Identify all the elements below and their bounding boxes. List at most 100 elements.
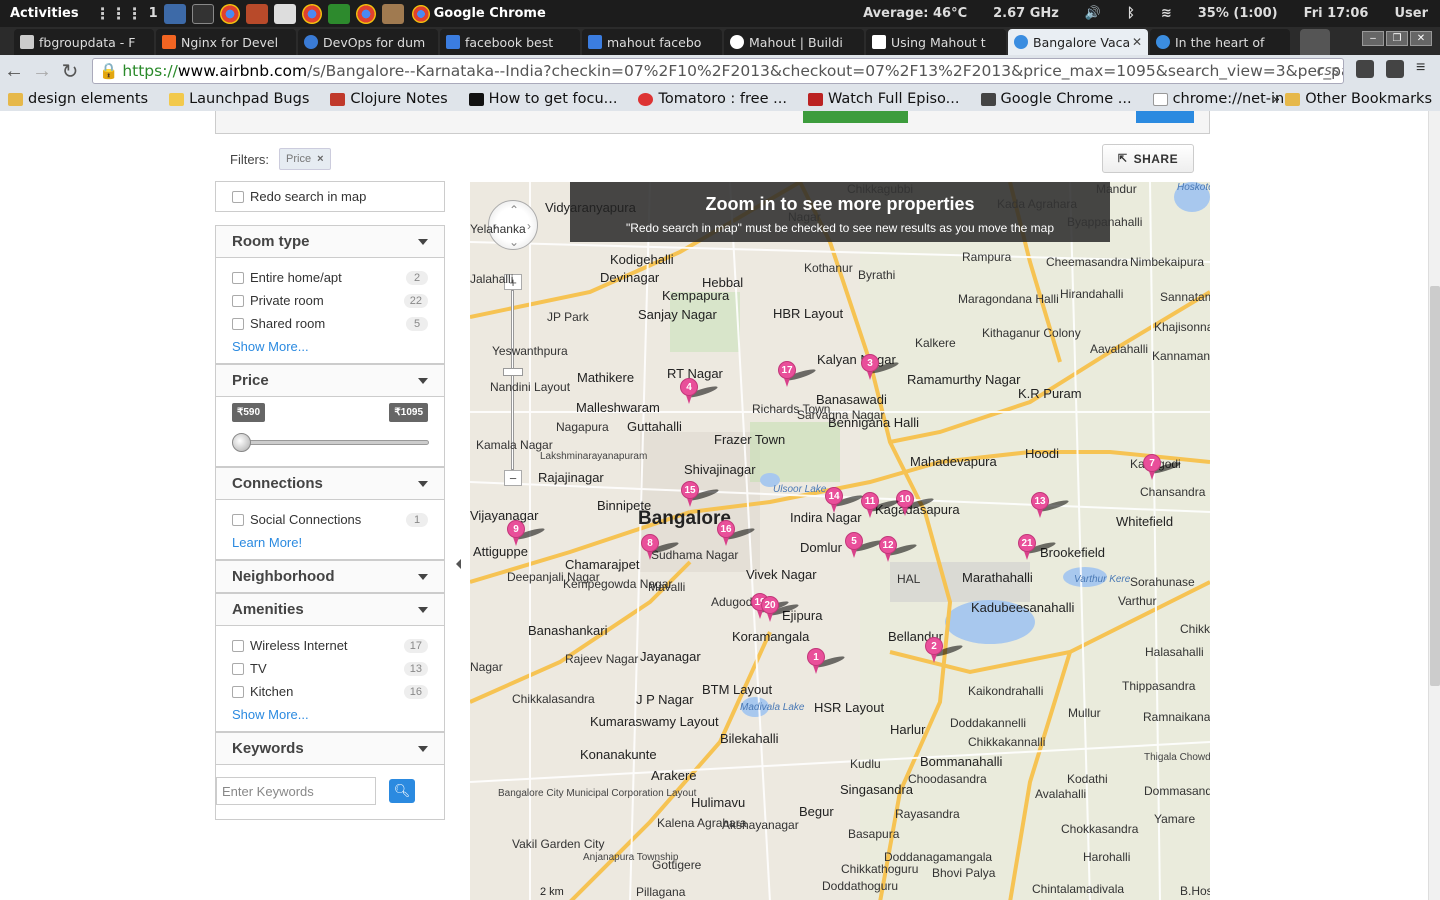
vim-icon[interactable] (327, 3, 350, 24)
listing-pin[interactable]: 5 (845, 532, 885, 558)
bookmark-item[interactable]: How to get focu... (461, 91, 617, 107)
browser-tab[interactable]: fbgroupdata - F (14, 29, 154, 55)
checkbox[interactable] (232, 662, 244, 675)
browser-tab[interactable]: Mahout | Buildi (724, 29, 864, 55)
browser-tab[interactable]: Nginx for Devel (156, 29, 296, 55)
show-more-link[interactable]: Show More... (232, 703, 428, 725)
slider-track[interactable] (241, 440, 429, 445)
show-more-link[interactable]: Show More... (232, 335, 428, 357)
room-type-header[interactable]: Room type (215, 225, 445, 258)
checkbox[interactable] (232, 317, 244, 330)
active-app[interactable]: Google Chrome (411, 4, 546, 23)
slider-handle[interactable] (232, 433, 251, 452)
archive-icon[interactable] (381, 3, 404, 24)
amenity-option[interactable]: TV 13 (232, 657, 428, 680)
listing-pin[interactable]: 12 (879, 536, 919, 562)
temperature-indicator[interactable]: Average: 46°C (863, 6, 967, 21)
checkbox[interactable] (232, 685, 244, 698)
bookmark-item[interactable]: design elements (0, 91, 148, 107)
clock[interactable]: Fri 17:06 (1304, 6, 1369, 21)
listing-pin[interactable]: 7 (1143, 454, 1183, 480)
workspace-grid-icon[interactable]: ⋮⋮⋮ (95, 4, 143, 24)
chrome-icon[interactable] (355, 3, 376, 24)
listing-pin[interactable]: 11 (861, 492, 901, 518)
listing-pin[interactable]: 2 (925, 637, 965, 663)
browser-tab[interactable]: mahout facebo (582, 29, 722, 55)
price-header[interactable]: Price (215, 364, 445, 397)
neighborhood-header[interactable]: Neighborhood (215, 560, 445, 593)
reload-icon[interactable]: ↻ (56, 59, 84, 84)
room-type-option[interactable]: Entire home/apt 2 (232, 266, 428, 289)
listing-pin[interactable]: 15 (681, 481, 721, 507)
collapse-sidebar-icon[interactable] (456, 559, 461, 569)
listing-pin[interactable]: 1 (807, 648, 847, 674)
guests-select[interactable] (1136, 111, 1194, 123)
redo-search-toggle[interactable]: Redo search in map (215, 181, 445, 212)
forward-icon[interactable]: → (28, 60, 56, 83)
listing-pin[interactable]: 17 (778, 361, 818, 387)
pan-up-icon[interactable]: ⌃ (509, 203, 519, 217)
browser-tab[interactable]: DevOps for dum (298, 29, 438, 55)
checkbox[interactable] (232, 294, 244, 307)
screenshot-extension-icon[interactable] (1386, 60, 1404, 78)
search-button[interactable] (803, 111, 908, 123)
bookmark-item[interactable]: Launchpad Bugs (161, 91, 309, 107)
browser-tab[interactable]: In the heart of (1150, 29, 1290, 55)
minimize-icon[interactable]: – (1362, 31, 1384, 46)
calendar-icon[interactable] (273, 3, 296, 24)
amenity-option[interactable]: Kitchen 16 (232, 680, 428, 703)
other-bookmarks-folder[interactable]: Other Bookmarks (1277, 91, 1432, 107)
wifi-icon[interactable]: ≋ (1161, 6, 1172, 21)
bookmark-item[interactable]: Tomatoro : free ... (630, 91, 787, 107)
map-view[interactable]: Zoom in to see more properties "Redo sea… (470, 182, 1210, 900)
activities-button[interactable]: Activities (0, 6, 89, 21)
browser-tab-active[interactable]: Bangalore Vaca ✕ (1008, 29, 1148, 55)
battery-indicator[interactable]: 35% (1:00) (1198, 6, 1278, 21)
desktop-icon[interactable] (163, 3, 186, 24)
filter-chip-price[interactable]: Price × (279, 148, 331, 170)
close-tab-icon[interactable]: ✕ (1132, 35, 1142, 49)
page-scrollbar[interactable] (1428, 111, 1440, 900)
pan-right-icon[interactable]: › (527, 219, 531, 233)
bookmark-item[interactable]: Clojure Notes (322, 91, 448, 107)
files-icon[interactable] (245, 3, 268, 24)
listing-pin[interactable]: 21 (1018, 534, 1058, 560)
checkbox[interactable] (232, 513, 244, 526)
listing-pin[interactable]: 16 (717, 520, 757, 546)
zoom-out-icon[interactable]: − (504, 470, 522, 486)
room-type-option[interactable]: Private room 22 (232, 289, 428, 312)
listing-pin[interactable]: 8 (641, 534, 681, 560)
checkbox[interactable] (232, 639, 244, 652)
bluetooth-icon[interactable]: ᛒ (1127, 6, 1135, 21)
volume-icon[interactable]: 🔊 (1085, 6, 1101, 21)
bookmark-item[interactable]: Watch Full Episo... (800, 91, 960, 107)
listing-pin[interactable]: 13 (1031, 492, 1071, 518)
address-bar[interactable]: 🔒 https://www.airbnb.com/s/Bangalore--Ka… (92, 58, 1344, 84)
amenities-header[interactable]: Amenities (215, 593, 445, 626)
listing-pin[interactable]: 20 (761, 596, 801, 622)
search-icon[interactable]: 🔍︎ (389, 779, 415, 803)
share-button[interactable]: ⇱ SHARE (1102, 144, 1194, 173)
room-type-option[interactable]: Shared room 5 (232, 312, 428, 335)
bookmark-item[interactable]: Google Chrome ... (973, 91, 1132, 107)
amenity-option[interactable]: Wireless Internet 17 (232, 634, 428, 657)
learn-more-link[interactable]: Learn More! (232, 531, 428, 553)
user-menu[interactable]: User (1394, 6, 1428, 21)
checkbox[interactable] (232, 271, 244, 284)
connections-header[interactable]: Connections (215, 467, 445, 500)
listing-pin[interactable]: 3 (861, 354, 901, 380)
listing-pin[interactable]: 4 (680, 378, 720, 404)
browser-tab[interactable]: facebook best (440, 29, 580, 55)
terminal-icon[interactable] (191, 3, 214, 24)
pan-down-icon[interactable]: ⌄ (509, 235, 519, 249)
chrome-icon[interactable] (219, 3, 240, 24)
back-icon[interactable]: ← (0, 60, 28, 83)
close-window-icon[interactable]: ✕ (1410, 31, 1432, 46)
scrollbar-thumb[interactable] (1430, 286, 1440, 686)
browser-tab[interactable]: Using Mahout t (866, 29, 1006, 55)
listing-pin[interactable]: 9 (507, 520, 547, 546)
remove-filter-icon[interactable]: × (317, 153, 323, 165)
listing-pin[interactable]: 10 (896, 490, 936, 516)
css-extension-label[interactable]: css (1317, 63, 1339, 79)
puzzle-extension-icon[interactable] (1356, 60, 1374, 78)
